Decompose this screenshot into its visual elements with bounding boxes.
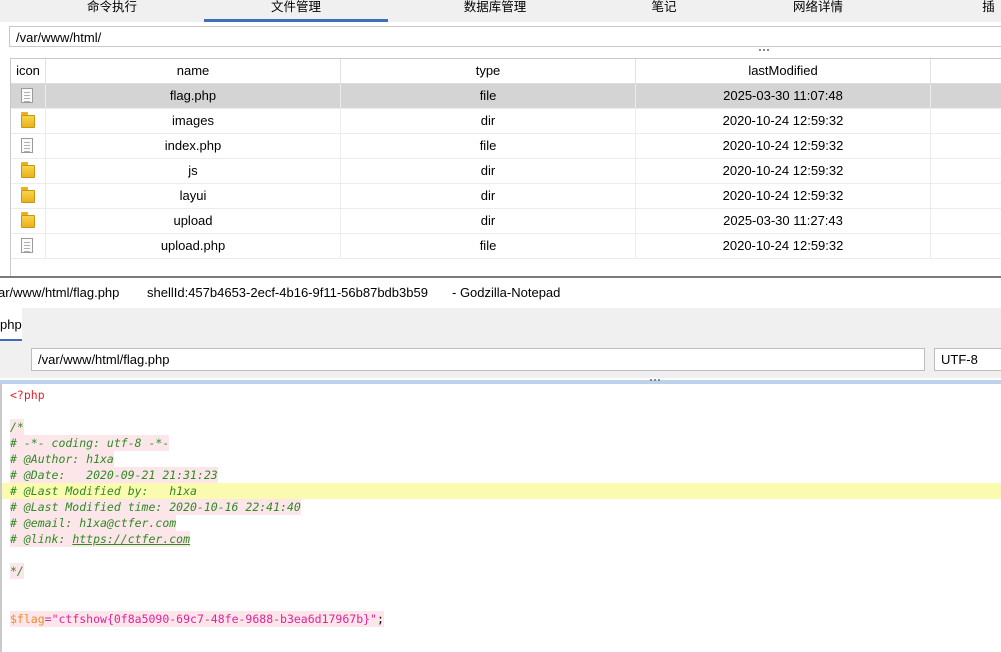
splitter-grip-icon[interactable] bbox=[650, 379, 662, 383]
row-name: js bbox=[46, 159, 341, 183]
column-header-name[interactable]: name bbox=[46, 59, 341, 83]
row-name: flag.php bbox=[46, 84, 341, 108]
code-line: # @Date: 2020-09-21 21:31:23 bbox=[10, 467, 218, 483]
encoding-select[interactable]: UTF-8 bbox=[934, 348, 1001, 371]
row-lastmodified: 2025-03-30 11:27:43 bbox=[636, 209, 931, 233]
code-link[interactable]: https://ctfer.com bbox=[72, 532, 190, 546]
file-table: icon name type lastModified flag.php fil… bbox=[10, 58, 1001, 277]
current-path-input[interactable]: /var/www/html/ bbox=[9, 26, 1001, 47]
tab-php-file[interactable]: php bbox=[0, 308, 22, 341]
column-header-icon[interactable]: icon bbox=[11, 59, 46, 83]
notepad-title-path: ar/www/html/flag.php bbox=[0, 285, 120, 300]
table-row[interactable]: index.php file 2020-10-24 12:59:32 bbox=[11, 134, 1001, 159]
row-lastmodified: 2025-03-30 11:07:48 bbox=[636, 84, 931, 108]
code-line: # @Last Modified by: h1xa bbox=[10, 484, 197, 498]
row-type: dir bbox=[341, 109, 636, 133]
tab-notes[interactable]: 笔记 bbox=[624, 0, 704, 20]
row-lastmodified: 2020-10-24 12:59:32 bbox=[636, 109, 931, 133]
table-row[interactable]: flag.php file 2025-03-30 11:07:48 bbox=[11, 84, 1001, 109]
code-token: ; bbox=[376, 612, 384, 626]
path-bar: /var/www/html/ bbox=[0, 22, 1001, 52]
notepad-shell-id: shellId:457b4653-2ecf-4b16-9f11-56b87bdb… bbox=[147, 285, 428, 300]
row-type: file bbox=[341, 84, 636, 108]
row-lastmodified: 2020-10-24 12:59:32 bbox=[636, 184, 931, 208]
file-icon bbox=[21, 238, 33, 253]
code-line: <?php bbox=[10, 388, 45, 402]
row-type: file bbox=[341, 234, 636, 258]
row-type: file bbox=[341, 134, 636, 158]
row-name: layui bbox=[46, 184, 341, 208]
row-name: upload bbox=[46, 209, 341, 233]
row-type: dir bbox=[341, 159, 636, 183]
table-row[interactable]: upload.php file 2020-10-24 12:59:32 bbox=[11, 234, 1001, 259]
file-icon bbox=[21, 138, 33, 153]
tab-network-details[interactable]: 网络详情 bbox=[768, 0, 868, 20]
row-name: index.php bbox=[46, 134, 341, 158]
folder-icon bbox=[21, 162, 35, 178]
file-icon bbox=[21, 88, 33, 103]
notepad-tab-bar: php bbox=[0, 308, 1001, 341]
folder-icon bbox=[21, 187, 35, 203]
top-tab-bar: 命令执行 文件管理 数据库管理 笔记 网络详情 插 bbox=[0, 0, 1001, 22]
tab-command-exec[interactable]: 命令执行 bbox=[62, 0, 162, 20]
table-row[interactable]: upload dir 2025-03-30 11:27:43 bbox=[11, 209, 1001, 234]
table-row[interactable]: images dir 2020-10-24 12:59:32 bbox=[11, 109, 1001, 134]
tab-file-manager[interactable]: 文件管理 bbox=[204, 0, 388, 22]
notepad-title-bar: ar/www/html/flag.php shellId:457b4653-2e… bbox=[0, 278, 1001, 308]
code-token: "ctfshow{0f8a5090-69c7-48fe-9688-b3ea6d1… bbox=[51, 612, 377, 626]
row-name: upload.php bbox=[46, 234, 341, 258]
code-line: # -*- coding: utf-8 -*- bbox=[10, 435, 170, 451]
file-path-input[interactable]: /var/www/html/flag.php bbox=[31, 348, 925, 371]
row-lastmodified: 2020-10-24 12:59:32 bbox=[636, 159, 931, 183]
notepad-app-name: - Godzilla-Notepad bbox=[452, 285, 561, 300]
folder-icon bbox=[21, 212, 35, 228]
row-lastmodified: 2020-10-24 12:59:32 bbox=[636, 234, 931, 258]
code-line: $flag="ctfshow{0f8a5090-69c7-48fe-9688-b… bbox=[10, 611, 384, 627]
tab-database-manager[interactable]: 数据库管理 bbox=[435, 0, 555, 20]
row-type: dir bbox=[341, 209, 636, 233]
editor-toolbar: /var/www/html/flag.php UTF-8 bbox=[0, 341, 1001, 378]
row-type: dir bbox=[341, 184, 636, 208]
tab-plugins[interactable]: 插 bbox=[976, 0, 1001, 20]
code-line: # @Last Modified time: 2020-10-16 22:41:… bbox=[10, 499, 301, 515]
table-row[interactable]: js dir 2020-10-24 12:59:32 bbox=[11, 159, 1001, 184]
code-line: # @Author: h1xa bbox=[10, 451, 114, 467]
code-token: = bbox=[44, 612, 52, 626]
code-token: # @link: bbox=[10, 532, 73, 546]
folder-icon bbox=[21, 112, 35, 128]
code-editor[interactable]: <?php /* # -*- coding: utf-8 -*- # @Auth… bbox=[0, 384, 1001, 652]
column-header-lastmodified[interactable]: lastModified bbox=[636, 59, 931, 83]
table-row[interactable]: layui dir 2020-10-24 12:59:32 bbox=[11, 184, 1001, 209]
row-name: images bbox=[46, 109, 341, 133]
code-line: # @email: h1xa@ctfer.com bbox=[10, 515, 177, 531]
column-header-type[interactable]: type bbox=[341, 59, 636, 83]
row-lastmodified: 2020-10-24 12:59:32 bbox=[636, 134, 931, 158]
table-header: icon name type lastModified bbox=[11, 59, 1001, 84]
code-line: */ bbox=[10, 563, 24, 579]
splitter-grip-icon[interactable] bbox=[759, 49, 771, 53]
code-token: $flag bbox=[10, 612, 45, 626]
code-line: # @link: https://ctfer.com bbox=[10, 531, 191, 547]
code-line: /* bbox=[10, 419, 24, 435]
